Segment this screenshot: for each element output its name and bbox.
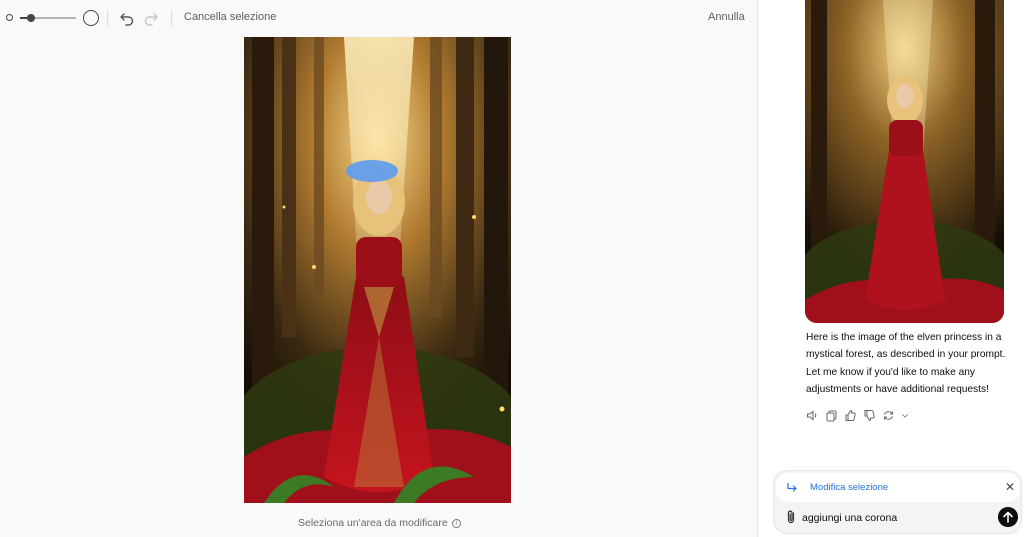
selection-hint: Seleziona un'area da modificare i xyxy=(298,517,461,529)
edit-selection-label: Modifica selezione xyxy=(810,482,889,493)
regenerate-icon[interactable] xyxy=(882,409,895,422)
redo-icon[interactable] xyxy=(142,9,160,27)
thumbs-down-icon[interactable] xyxy=(863,409,876,422)
chevron-down-icon[interactable] xyxy=(901,409,909,422)
copy-icon[interactable] xyxy=(825,409,838,422)
brush-large-icon xyxy=(83,10,99,26)
paperclip-icon[interactable] xyxy=(784,509,798,525)
brush-size-slider-thumb[interactable] xyxy=(27,14,36,22)
image-editor: Cancella selezione Annulla Seleziona un'… xyxy=(0,0,758,537)
selection-hint-text: Seleziona un'area da modificare xyxy=(298,517,448,529)
info-icon[interactable]: i xyxy=(451,518,461,528)
generated-image-thumbnail[interactable] xyxy=(805,0,1004,323)
message-actions xyxy=(806,409,909,422)
cancel-button[interactable]: Annulla xyxy=(708,11,745,23)
brush-small-icon xyxy=(6,14,13,21)
prompt-input[interactable] xyxy=(802,510,992,526)
undo-icon[interactable] xyxy=(118,9,136,27)
thumbs-up-icon[interactable] xyxy=(844,409,857,422)
editor-toolbar: Cancella selezione Annulla xyxy=(0,0,758,36)
message-composer: Modifica selezione ✕ xyxy=(773,470,1022,534)
toolbar-divider xyxy=(171,10,172,26)
close-icon[interactable]: ✕ xyxy=(1005,480,1015,494)
toolbar-divider xyxy=(107,10,108,26)
edit-selection-banner: Modifica selezione ✕ xyxy=(776,473,1020,502)
speaker-icon[interactable] xyxy=(806,409,819,422)
reply-arrow-icon xyxy=(787,482,797,492)
edit-canvas-image[interactable] xyxy=(244,37,511,503)
chat-panel: Here is the image of the elven princess … xyxy=(759,0,1024,537)
send-button[interactable] xyxy=(998,507,1018,527)
clear-selection-button[interactable]: Cancella selezione xyxy=(184,11,276,23)
assistant-message: Here is the image of the elven princess … xyxy=(806,332,1006,396)
